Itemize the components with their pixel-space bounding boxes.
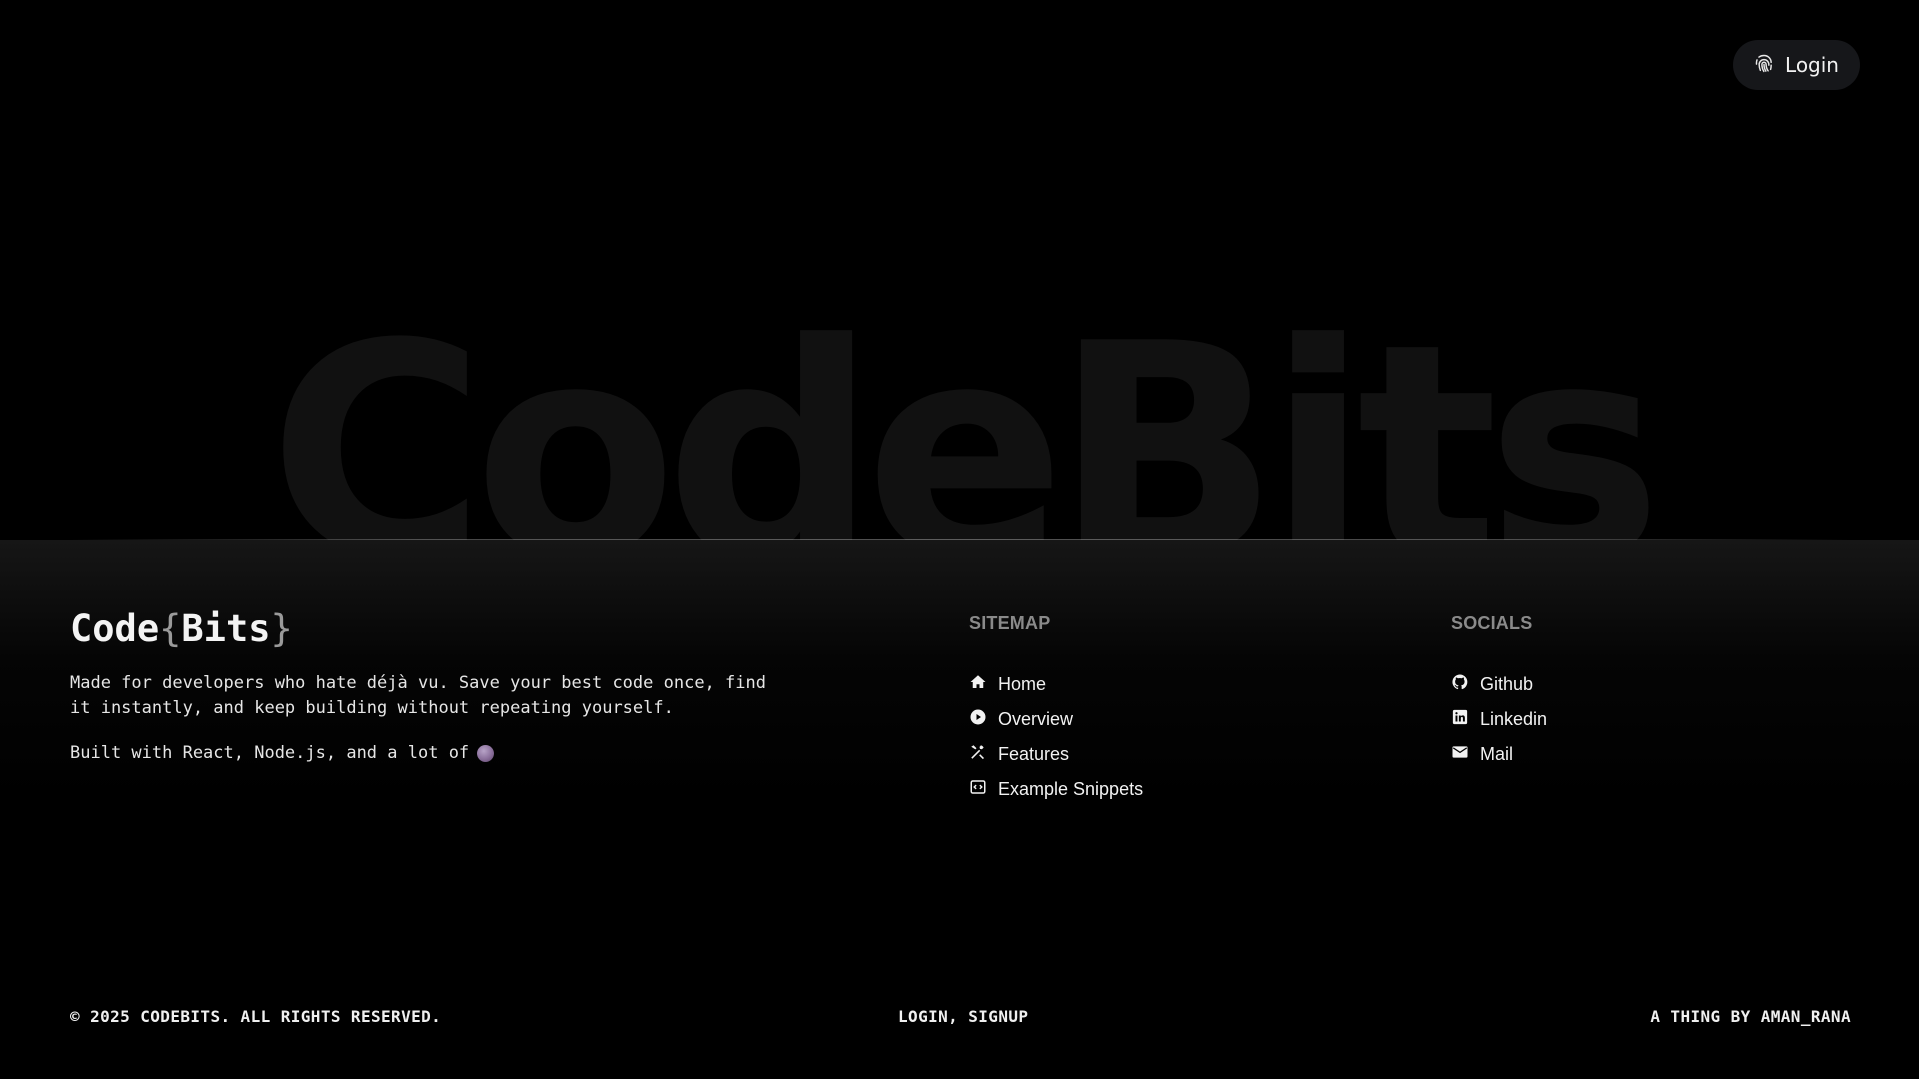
watermark-area: CodeBits: [0, 250, 1919, 541]
sitemap-link-example-snippets[interactable]: Example Snippets: [969, 772, 1143, 807]
logo-part-code: Code: [70, 607, 160, 650]
github-icon: [1451, 673, 1469, 696]
sitemap-link-label: Overview: [998, 709, 1074, 729]
social-link-mail[interactable]: Mail: [1451, 737, 1547, 772]
home-icon: [969, 673, 987, 696]
watermark-text: CodeBits: [268, 280, 1663, 541]
sitemap-list: Home Overview Features Example Snippets: [969, 667, 1143, 807]
brand-description: Made for developers who hate déjà vu. Sa…: [70, 673, 766, 718]
social-link-linkedin[interactable]: Linkedin: [1451, 702, 1547, 737]
socials-title: SOCIALS: [1451, 613, 1533, 633]
code-window-icon: [969, 778, 987, 801]
sitemap-link-home[interactable]: Home: [969, 667, 1143, 702]
social-link-label: Mail: [1480, 744, 1514, 764]
sitemap-link-overview[interactable]: Overview: [969, 702, 1143, 737]
social-link-label: Linkedin: [1480, 709, 1548, 729]
credit-text: A THING BY AMAN_RANA: [1650, 1007, 1851, 1026]
fingerprint-icon: [1753, 52, 1775, 79]
built-with-text: Built with React, Node.js, and a lot of: [70, 743, 470, 763]
divider: [70, 539, 1850, 540]
logo-brace-close: }: [270, 607, 293, 650]
login-label: Login: [1785, 53, 1839, 77]
brand-logo: Code{Bits}: [70, 606, 790, 652]
linkedin-icon: [1451, 708, 1469, 731]
sitemap-link-label: Example Snippets: [998, 779, 1144, 799]
sitemap-link-features[interactable]: Features: [969, 737, 1143, 772]
bottom-bar: © 2025 CODEBITS. ALL RIGHTS RESERVED. LO…: [70, 1007, 1851, 1026]
social-link-label: Github: [1480, 674, 1534, 694]
sitemap-link-label: Home: [998, 674, 1047, 694]
coffee-icon: [477, 745, 495, 762]
copyright-text: © 2025 CODEBITS. ALL RIGHTS RESERVED.: [70, 1007, 442, 1026]
play-circle-icon: [969, 708, 987, 731]
sitemap-link-label: Features: [998, 744, 1070, 764]
auth-links[interactable]: LOGIN, SIGNUP: [898, 1007, 1028, 1026]
page: Login CodeBits Code{Bits} Made for devel…: [0, 0, 1919, 1079]
socials-list: Github Linkedin Mail: [1451, 667, 1547, 772]
sitemap-section: SITEMAP Home Overview Features Example S…: [969, 613, 1143, 807]
social-link-github[interactable]: Github: [1451, 667, 1547, 702]
tools-icon: [969, 743, 987, 766]
sitemap-title: SITEMAP: [969, 613, 1051, 633]
logo-part-bits: Bits: [181, 607, 271, 650]
mail-icon: [1451, 743, 1469, 766]
logo-brace-open: {: [159, 607, 182, 650]
login-button[interactable]: Login: [1733, 40, 1860, 90]
socials-section: SOCIALS Github Linkedin Mail: [1451, 613, 1547, 772]
brand-section: Code{Bits} Made for developers who hate …: [70, 606, 790, 766]
built-with-line: Built with React, Node.js, and a lot of: [70, 741, 790, 766]
